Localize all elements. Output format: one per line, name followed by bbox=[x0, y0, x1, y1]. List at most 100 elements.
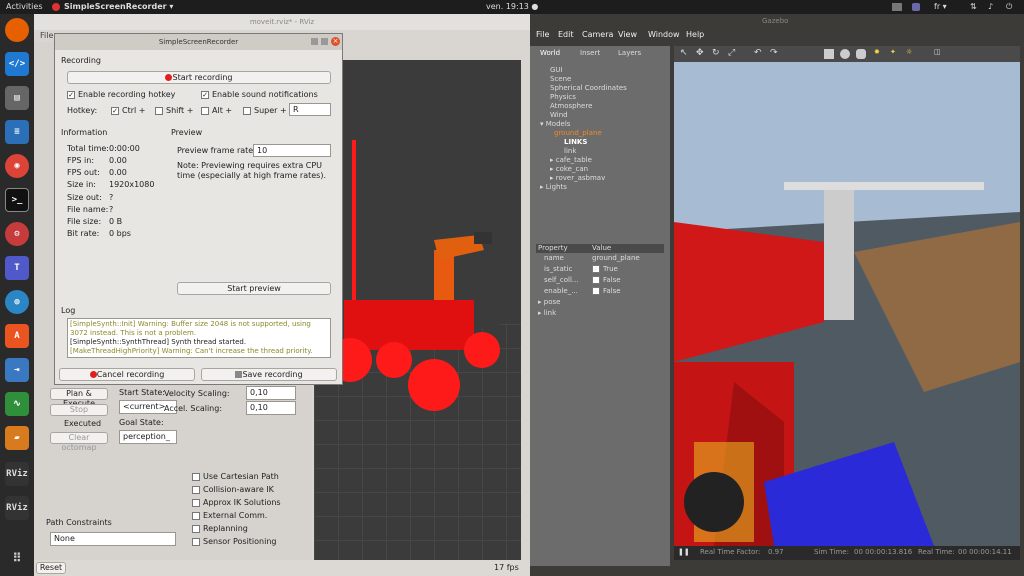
gz-menu-view[interactable]: View bbox=[618, 30, 637, 39]
sphere-shape-icon[interactable] bbox=[840, 49, 850, 59]
network-icon[interactable]: ⇅ bbox=[970, 2, 977, 11]
gz-tab-insert[interactable]: Insert bbox=[580, 49, 600, 57]
gazebo-3d-view[interactable] bbox=[674, 62, 1020, 546]
accessibility-icon[interactable] bbox=[912, 3, 920, 11]
gz-tab-world[interactable]: World bbox=[540, 49, 560, 57]
hotkey-key-select[interactable]: R bbox=[289, 103, 331, 116]
terminal-icon[interactable]: >_ bbox=[5, 188, 29, 212]
gz-prop-link[interactable]: ▸ link bbox=[538, 309, 556, 317]
gz-tree-coke-can[interactable]: ▸ coke_can bbox=[550, 165, 588, 173]
language-indicator[interactable]: fr ▾ bbox=[934, 2, 947, 11]
option-external-comm[interactable]: External Comm. bbox=[192, 511, 267, 520]
rotate-tool-icon[interactable]: ↻ bbox=[712, 48, 720, 58]
scale-tool-icon[interactable]: ⤢ bbox=[728, 48, 735, 58]
app-menu[interactable]: SimpleScreenRecorder ▾ bbox=[64, 2, 173, 11]
translate-tool-icon[interactable]: ✥ bbox=[696, 48, 704, 58]
super-checkbox[interactable]: Super + bbox=[243, 106, 287, 115]
files-icon[interactable]: ▤ bbox=[5, 86, 29, 110]
power-icon[interactable]: ⏻ bbox=[1006, 2, 1012, 12]
gz-tree-links[interactable]: LINKS bbox=[564, 138, 587, 146]
shift-checkbox[interactable]: Shift + bbox=[155, 106, 193, 115]
minimize-icon[interactable] bbox=[311, 38, 318, 45]
box-shape-icon[interactable] bbox=[824, 49, 834, 59]
gz-tree-ground-plane[interactable]: ground_plane bbox=[554, 129, 602, 137]
gz-tree-gui[interactable]: GUI bbox=[550, 66, 563, 74]
globe-icon[interactable]: ◍ bbox=[5, 290, 29, 314]
rviz-icon[interactable]: RViz bbox=[5, 462, 29, 486]
activities-button[interactable]: Activities bbox=[6, 2, 43, 11]
gz-prop-enable-value[interactable]: False bbox=[592, 287, 621, 295]
window-icon[interactable] bbox=[892, 3, 902, 11]
undo-icon[interactable]: ↶ bbox=[754, 48, 762, 58]
cancel-recording-button[interactable]: Cancel recording bbox=[59, 368, 195, 381]
gz-menu-camera[interactable]: Camera bbox=[582, 30, 613, 39]
software-icon[interactable]: A bbox=[5, 324, 29, 348]
enable-sound-checkbox[interactable]: ✓ Enable sound notifications bbox=[201, 90, 318, 99]
pause-icon[interactable]: ❚❚ bbox=[678, 548, 690, 556]
chrome-icon[interactable]: ◉ bbox=[5, 154, 29, 178]
manager-icon[interactable]: ⇥ bbox=[5, 358, 29, 382]
gz-menu-edit[interactable]: Edit bbox=[558, 30, 574, 39]
rviz-icon-2[interactable]: RViz bbox=[5, 496, 29, 520]
gz-tree-physics[interactable]: Physics bbox=[550, 93, 576, 101]
path-constraints-select[interactable]: None bbox=[50, 532, 176, 546]
package-icon[interactable]: ▰ bbox=[5, 426, 29, 450]
point-light-icon[interactable]: ✹ bbox=[874, 48, 880, 56]
maximize-icon[interactable] bbox=[321, 38, 328, 45]
app-grid-icon[interactable]: ⠿ bbox=[5, 546, 29, 570]
gz-prop-pose[interactable]: ▸ pose bbox=[538, 298, 560, 306]
rviz-menu-file[interactable]: File bbox=[40, 31, 53, 40]
gz-tree-atmosphere[interactable]: Atmosphere bbox=[550, 102, 592, 110]
gz-menu-help[interactable]: Help bbox=[686, 30, 704, 39]
option-approx-ik[interactable]: Approx IK Solutions bbox=[192, 498, 281, 507]
goal-state-select[interactable]: perception_ bbox=[119, 430, 177, 444]
vscode-icon[interactable]: </> bbox=[5, 52, 29, 76]
gz-tree-lights[interactable]: ▸ Lights bbox=[540, 183, 567, 191]
gz-prop-is-static-value[interactable]: ✓ True bbox=[592, 265, 618, 273]
gz-tree-cafe-table[interactable]: ▸ cafe_table bbox=[550, 156, 592, 164]
cylinder-shape-icon[interactable] bbox=[856, 49, 866, 59]
gz-tree-rover[interactable]: ▸ rover_asbmav bbox=[550, 174, 605, 182]
settings-icon[interactable]: ⚙ bbox=[5, 222, 29, 246]
gz-prop-name-value[interactable]: ground_plane bbox=[592, 254, 640, 262]
firefox-icon[interactable] bbox=[5, 18, 29, 42]
preview-rate-input[interactable]: 10 bbox=[253, 144, 331, 157]
rviz-3d-view[interactable] bbox=[314, 60, 521, 574]
screenshot-icon[interactable]: ◫ bbox=[934, 48, 941, 56]
teams-icon[interactable]: T bbox=[5, 256, 29, 280]
redo-icon[interactable]: ↷ bbox=[770, 48, 778, 58]
alt-checkbox[interactable]: Alt + bbox=[201, 106, 232, 115]
plan-execute-button[interactable]: Plan & Execute bbox=[50, 388, 108, 408]
volume-icon[interactable]: ♪ bbox=[988, 2, 993, 11]
gz-prop-self-coll-value[interactable]: False bbox=[592, 276, 621, 284]
gz-tree-scene[interactable]: Scene bbox=[550, 75, 571, 83]
option-sensor-positioning[interactable]: Sensor Positioning bbox=[192, 537, 276, 546]
option-collision-ik[interactable]: Collision-aware IK bbox=[192, 485, 274, 494]
save-recording-button[interactable]: Save recording bbox=[201, 368, 337, 381]
log-box[interactable]: [SimpleSynth::Init] Warning: Buffer size… bbox=[67, 318, 331, 358]
monitor-icon[interactable]: ∿ bbox=[5, 392, 29, 416]
option-replanning[interactable]: Replanning bbox=[192, 524, 248, 533]
stop-button[interactable]: Stop bbox=[50, 404, 108, 416]
option-cartesian[interactable]: Use Cartesian Path bbox=[192, 472, 279, 481]
ctrl-checkbox[interactable]: ✓ Ctrl + bbox=[111, 106, 145, 115]
start-recording-button[interactable]: Start recording bbox=[67, 71, 331, 84]
reset-button[interactable]: Reset bbox=[36, 562, 66, 574]
gz-tab-layers[interactable]: Layers bbox=[618, 49, 641, 57]
gz-tree-spherical[interactable]: Spherical Coordinates bbox=[550, 84, 627, 92]
gz-tree-wind[interactable]: Wind bbox=[550, 111, 568, 119]
velocity-scaling-input[interactable]: 0,10 bbox=[246, 386, 296, 400]
gz-menu-file[interactable]: File bbox=[536, 30, 549, 39]
enable-hotkey-checkbox[interactable]: ✓ Enable recording hotkey bbox=[67, 90, 175, 99]
gz-menu-window[interactable]: Window bbox=[648, 30, 680, 39]
select-tool-icon[interactable]: ↖ bbox=[680, 48, 688, 58]
gz-tree-link[interactable]: link bbox=[564, 147, 576, 155]
close-icon[interactable]: × bbox=[331, 37, 340, 46]
spot-light-icon[interactable]: ✦ bbox=[890, 48, 896, 56]
start-preview-button[interactable]: Start preview bbox=[177, 282, 331, 295]
accel-scaling-input[interactable]: 0,10 bbox=[246, 401, 296, 415]
dir-light-icon[interactable]: ☼ bbox=[906, 48, 912, 56]
clock[interactable]: ven. 19:13 ● bbox=[486, 2, 538, 11]
gz-tree-models[interactable]: ▾ Models bbox=[540, 120, 570, 128]
clear-octomap-button[interactable]: Clear octomap bbox=[50, 432, 108, 452]
